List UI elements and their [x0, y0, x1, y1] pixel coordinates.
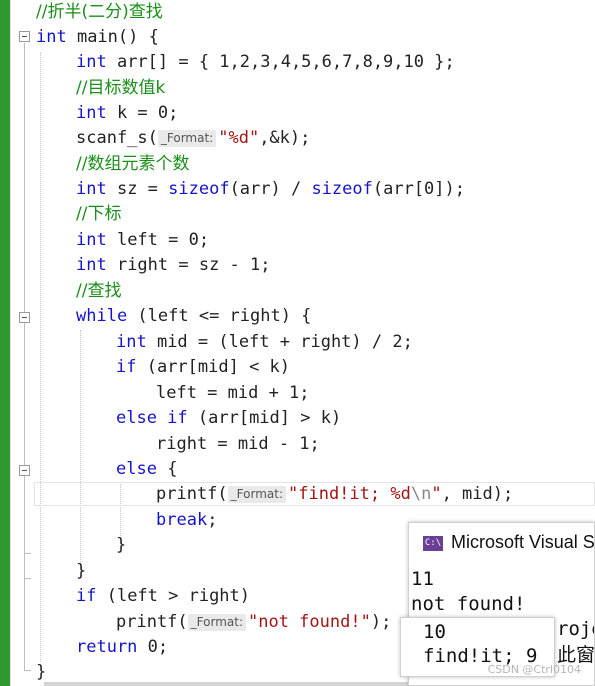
indent-guide: [80, 330, 81, 572]
collapse-else-icon[interactable]: [19, 465, 30, 476]
code-line-1: //折半(二分)查找: [36, 2, 163, 22]
code-line-5: int k = 0;: [76, 103, 179, 123]
console-title: Microsoft Visual S: [451, 532, 595, 552]
fold-guide-main: [24, 43, 25, 670]
code-line-22: }: [116, 535, 127, 555]
parameter-hint: _Format:: [157, 130, 217, 147]
console-output-line: 11: [411, 568, 434, 590]
code-line-24: if (left > right): [76, 586, 251, 606]
console-titlebar[interactable]: C:\ Microsoft Visual S: [409, 523, 595, 563]
code-line-9: //下标: [76, 204, 122, 224]
code-line-15: if (arr[mid] < k): [116, 357, 291, 377]
code-line-4: //目标数值k: [76, 78, 166, 98]
code-line-17: else if (arr[mid] > k): [116, 408, 342, 428]
code-line-10: int left = 0;: [76, 230, 210, 250]
console-app-icon: C:\: [423, 536, 443, 551]
code-line-13: while (left <= right) {: [76, 306, 312, 326]
fold-end-while: [24, 578, 31, 579]
collapse-main-icon[interactable]: [19, 31, 30, 42]
collapse-while-icon[interactable]: [19, 312, 30, 323]
code-line-26: return 0;: [76, 637, 169, 657]
console-output-line: roje: [557, 618, 594, 640]
gutter-divider: [10, 0, 11, 686]
console-output-line: not found!: [411, 593, 526, 615]
code-line-25: printf(_Format: "not found!");: [116, 612, 392, 632]
code-line-19: else {: [116, 459, 178, 479]
indent-guide: [40, 52, 41, 662]
code-line-18: right = mid - 1;: [156, 434, 320, 454]
code-line-6: scanf_s(_Format: "%d",&k);: [76, 128, 311, 148]
fold-end-main: [24, 670, 31, 671]
code-line-2: int main() {: [36, 27, 159, 47]
console-output-line: 10: [423, 621, 446, 643]
code-line-8: int sz = sizeof(arr) / sizeof(arr[0]);: [76, 179, 465, 199]
change-tracking-bar: [0, 0, 10, 686]
code-line-14: int mid = (left + right) / 2;: [116, 332, 413, 352]
code-line-7: //数组元素个数: [76, 154, 190, 174]
fold-end-else: [24, 553, 31, 554]
code-line-21: break;: [156, 510, 218, 530]
watermark: CSDN @Ctrl0104: [487, 663, 581, 676]
code-line-20: printf(_Format: "find!it; %d\n", mid);: [156, 484, 514, 504]
code-line-12: //查找: [76, 281, 122, 301]
code-line-23: }: [76, 561, 87, 581]
code-line-16: left = mid + 1;: [156, 383, 310, 403]
parameter-hint: _Format:: [227, 486, 286, 503]
code-line-11: int right = sz - 1;: [76, 255, 271, 275]
parameter-hint: _Format:: [187, 614, 246, 631]
code-line-3: int arr[] = { 1,2,3,4,5,6,7,8,9,10 };: [76, 52, 455, 72]
